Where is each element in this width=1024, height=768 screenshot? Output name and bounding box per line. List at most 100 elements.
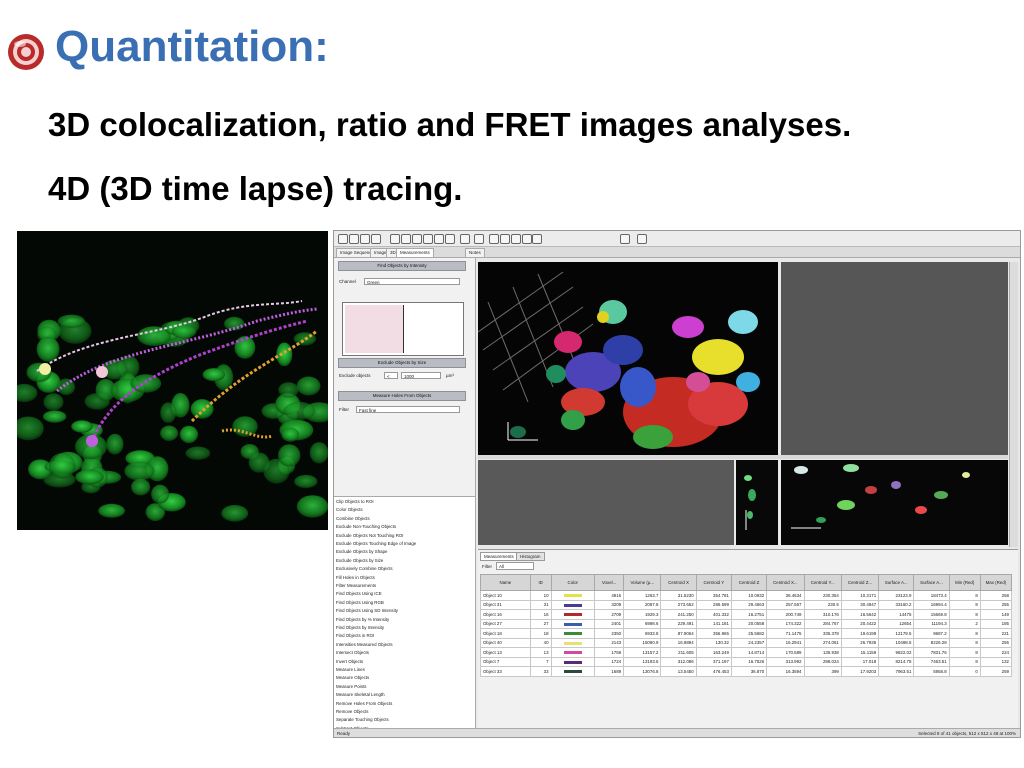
algorithm-item[interactable]: Intersect Objects bbox=[336, 650, 369, 655]
algorithm-item[interactable]: Fill Holes in Objects bbox=[336, 575, 375, 580]
table-cell: 30.4947 bbox=[840, 599, 880, 610]
algorithm-item[interactable]: Measure Lines bbox=[336, 667, 365, 672]
pan-icon[interactable] bbox=[522, 234, 532, 244]
print-icon[interactable] bbox=[360, 234, 370, 244]
yz-slice-view[interactable] bbox=[736, 460, 778, 545]
rotate-icon[interactable] bbox=[532, 234, 542, 244]
algorithm-item[interactable]: Find Objects by % Intensity bbox=[336, 617, 389, 622]
tab-notes[interactable]: Notes bbox=[465, 248, 485, 258]
algorithm-item[interactable]: Filter Measurements bbox=[336, 583, 376, 588]
algorithm-item[interactable]: Combine Objects bbox=[336, 516, 370, 521]
ellipse-icon[interactable] bbox=[412, 234, 422, 244]
table-row[interactable]: Object 7 7 1724 13193.6 312.086 371.197 16.752… bbox=[480, 656, 1013, 667]
xy-slice-view[interactable] bbox=[781, 262, 1008, 455]
table-row[interactable]: Object 16 16 2709 1929.3 241.250 401.332 16.27… bbox=[480, 609, 1013, 620]
algorithm-item[interactable]: Measure Objects bbox=[336, 675, 369, 680]
algorithm-item[interactable]: Find Objects Using SD Intensity bbox=[336, 608, 398, 613]
vertical-scrollbar[interactable] bbox=[1009, 262, 1018, 547]
table-cell: 12654 bbox=[878, 618, 915, 629]
column-header[interactable]: Centroid X... bbox=[766, 574, 805, 591]
fill-select[interactable]: Fast fine bbox=[356, 406, 460, 413]
table-row[interactable]: Object 18 18 2350 6933.8 87.9064 356.965 25.56… bbox=[480, 628, 1013, 639]
tab-histogram[interactable]: Histogram bbox=[516, 552, 545, 561]
algorithm-item[interactable]: Measure Points bbox=[336, 684, 367, 689]
algorithm-item[interactable]: Find Objects by Intensity bbox=[336, 625, 384, 630]
column-header[interactable]: Centroid Z bbox=[730, 574, 768, 591]
algorithm-item[interactable]: Color Objects bbox=[336, 507, 363, 512]
table-row[interactable]: Object 27 27 2401 6998.6 229.491 141.181 20.05… bbox=[480, 618, 1013, 629]
zoom-in-icon[interactable] bbox=[500, 234, 510, 244]
channel-select[interactable]: Green bbox=[364, 278, 460, 285]
text-icon[interactable] bbox=[474, 234, 484, 244]
column-header[interactable]: Centroid Y bbox=[695, 574, 732, 591]
3d-render-view[interactable] bbox=[478, 262, 778, 455]
polygon-icon[interactable] bbox=[423, 234, 433, 244]
panel-find-objects-title[interactable]: Find Objects by Intensity bbox=[338, 261, 466, 271]
rectangle-icon[interactable] bbox=[401, 234, 411, 244]
xy-projection-view[interactable] bbox=[781, 460, 1008, 545]
crosshair-icon[interactable] bbox=[390, 234, 400, 244]
algorithm-item[interactable]: Exclude Objects Not Touching ROI bbox=[336, 533, 404, 538]
tab-measurements[interactable]: Measurements bbox=[396, 248, 434, 258]
intensity-histogram[interactable] bbox=[342, 302, 464, 356]
panel-measure-holes-title[interactable]: Measure Holes From Objects bbox=[338, 391, 466, 401]
nucleus-blob bbox=[278, 382, 299, 398]
column-header[interactable]: Color bbox=[550, 574, 596, 591]
table-row[interactable]: Object 10 10 4916 1263.7 31.5230 354.781 10.09… bbox=[480, 590, 1013, 601]
open-icon[interactable] bbox=[338, 234, 348, 244]
exclude-operator-select[interactable]: < bbox=[384, 372, 398, 379]
algorithm-item[interactable]: Remove Objects bbox=[336, 709, 368, 714]
nucleus-blob bbox=[221, 505, 249, 522]
algorithm-item[interactable]: Exclude Non-Touching Objects bbox=[336, 524, 396, 529]
algorithm-item[interactable]: Exclude Objects Touching Edge of Image bbox=[336, 541, 416, 546]
column-header[interactable]: Surface A... bbox=[913, 574, 950, 591]
column-header[interactable]: Centroid Y... bbox=[803, 574, 842, 591]
algorithm-item[interactable]: Remove Holes From Objects bbox=[336, 701, 392, 706]
column-header[interactable]: Volume (µ... bbox=[623, 574, 662, 591]
table-row[interactable]: Object 40 40 2143 15090.9 16.9894 130.32 24.23… bbox=[480, 637, 1013, 648]
column-header[interactable]: Centroid Z... bbox=[840, 574, 880, 591]
zoom-out-icon[interactable] bbox=[511, 234, 521, 244]
grid-icon[interactable] bbox=[637, 234, 647, 244]
algorithm-item[interactable]: Measure Skeletal Length bbox=[336, 692, 385, 697]
table-cell: 2709 bbox=[594, 609, 625, 620]
table-cell: 1929.3 bbox=[623, 609, 662, 620]
column-header[interactable]: Max (Red) bbox=[979, 574, 1013, 591]
freehand-icon[interactable] bbox=[434, 234, 444, 244]
panel-exclude-by-size-title[interactable]: Exclude Objects by Size bbox=[338, 358, 466, 368]
line-icon[interactable] bbox=[445, 234, 455, 244]
column-header[interactable]: Name bbox=[480, 574, 531, 591]
table-row[interactable]: Object 13 13 1759 13157.2 211.605 163.249 14.8… bbox=[480, 647, 1013, 658]
algorithm-item[interactable]: Exclude Objects by Shape bbox=[336, 549, 388, 554]
column-header[interactable]: Voxel... bbox=[594, 574, 625, 591]
wand-icon[interactable] bbox=[489, 234, 499, 244]
algorithm-item[interactable]: Find Objects Using RGB bbox=[336, 600, 384, 605]
column-header[interactable]: ID bbox=[529, 574, 552, 591]
save-icon[interactable] bbox=[349, 234, 359, 244]
column-header[interactable]: Surface A... bbox=[878, 574, 915, 591]
algorithm-item[interactable]: Clip Objects to ROI bbox=[336, 499, 374, 504]
algorithm-item[interactable]: Invert Objects bbox=[336, 659, 363, 664]
algorithm-item[interactable]: Find Objects Using ICE bbox=[336, 591, 382, 596]
dropdown-icon[interactable] bbox=[620, 234, 630, 244]
algorithm-item[interactable]: Exclude Objects by Size bbox=[336, 558, 383, 563]
algorithm-item[interactable]: Separate Touching Objects bbox=[336, 717, 389, 722]
table-row[interactable]: Object 31 31 3209 2087.8 273.652 286.599 29.46… bbox=[480, 599, 1013, 610]
point-icon[interactable] bbox=[460, 234, 470, 244]
tab-measurements-table[interactable]: Measurements bbox=[480, 552, 518, 561]
xz-slice-view[interactable] bbox=[478, 460, 734, 545]
filter-select[interactable]: All bbox=[496, 562, 534, 570]
horizontal-scrollbar[interactable] bbox=[478, 455, 1008, 459]
algorithm-item[interactable]: Find Objects in ROI bbox=[336, 633, 374, 638]
column-header[interactable]: Centroid X bbox=[660, 574, 697, 591]
color-swatch bbox=[563, 641, 582, 645]
algorithm-item[interactable]: Intensities Measured Objects bbox=[336, 642, 393, 647]
table-cell: 255 bbox=[979, 637, 1013, 648]
algorithm-item[interactable]: Exclusively Combine Objects bbox=[336, 566, 393, 571]
table-row[interactable]: Object 33 33 1689 13076.8 13.5450 476.453 36.8… bbox=[480, 666, 1013, 677]
column-header[interactable]: Min (Red) bbox=[948, 574, 981, 591]
threshold-range[interactable] bbox=[345, 305, 404, 353]
exclude-size-input[interactable]: 1000 bbox=[401, 372, 441, 379]
table-cell: 230.354 bbox=[803, 590, 842, 601]
pointer-icon[interactable] bbox=[371, 234, 381, 244]
